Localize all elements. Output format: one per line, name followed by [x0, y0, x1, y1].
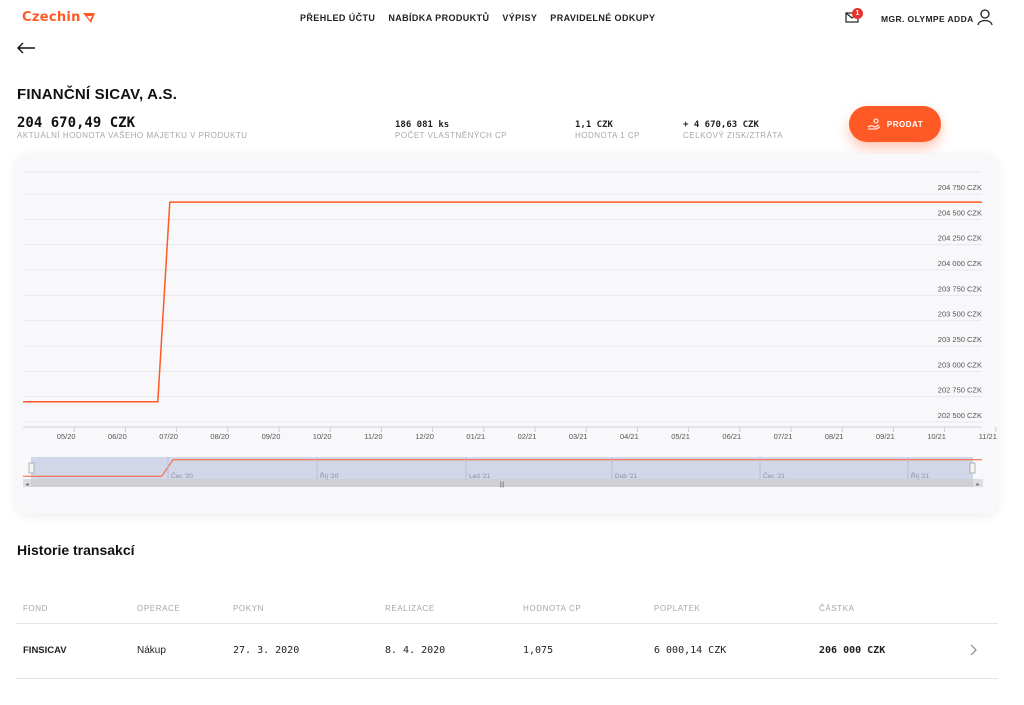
nav-item-statements[interactable]: VÝPISY	[502, 13, 537, 23]
y-tick-label: 203 500 CZK	[938, 310, 982, 319]
navigator-left-handle	[28, 462, 35, 474]
value-chart[interactable]: 204 750 CZK 204 500 CZK 204 250 CZK 204 000…	[16, 154, 998, 514]
x-tick-label: 09/21	[876, 432, 895, 441]
x-tick-label: 12/20	[415, 432, 434, 441]
row-divider	[16, 678, 998, 679]
x-tick-label: 08/21	[825, 432, 844, 441]
cell-amount: 206 000 CZK	[819, 645, 886, 656]
col-header-amount: ČÁSTKA	[819, 604, 855, 613]
x-tick-label: 05/20	[57, 432, 76, 441]
navigator-label: Čec '20	[171, 471, 193, 480]
x-tick-label: 05/21	[671, 432, 690, 441]
unit-value-label: HODNOTA 1 CP	[575, 131, 640, 140]
unit-value: 1,1 CZK	[575, 120, 613, 130]
y-tick-label: 202 750 CZK	[938, 386, 982, 395]
x-tick-label: 04/21	[620, 432, 639, 441]
cell-fund: FINSICAV	[23, 645, 67, 656]
cell-operation: Nákup	[137, 645, 166, 656]
y-tick-label: 203 750 CZK	[938, 284, 982, 293]
units-count-label: POČET VLASTNĚNÝCH CP	[395, 131, 508, 140]
x-tick-label: 09/20	[262, 432, 281, 441]
x-tick-label: 06/21	[722, 432, 741, 441]
navigator-label: Čec '21	[763, 471, 785, 480]
history-title: Historie transakcí	[17, 542, 135, 558]
x-tick-label: 11/21	[979, 432, 997, 441]
user-name[interactable]: MGR. OLYMPE ADDA	[881, 14, 974, 24]
scroll-right-arrow: ▸	[976, 482, 979, 488]
y-tick-label: 204 000 CZK	[938, 259, 982, 268]
col-header-unit-value: HODNOTA CP	[523, 604, 582, 613]
brand-name: Czechin	[22, 10, 81, 25]
cell-unit-value: 1,075	[523, 645, 554, 656]
chart-card: 204 750 CZK 204 500 CZK 204 250 CZK 204 000…	[16, 154, 998, 514]
navigator-label: Říj '20	[320, 471, 339, 480]
x-tick-label: 01/21	[466, 432, 485, 441]
main-nav: PŘEHLED ÚČTU NABÍDKA PRODUKTŮ VÝPISY PRA…	[300, 13, 655, 23]
navigator-label: Říj '21	[911, 471, 930, 480]
cell-order-date: 27. 3. 2020	[233, 645, 300, 656]
x-tick-label: 06/20	[108, 432, 127, 441]
total-profit: + 4 670,63 CZK	[683, 120, 759, 130]
x-tick-label: 07/20	[159, 432, 178, 441]
scroll-left-arrow: ◂	[25, 482, 28, 488]
logo-mark-icon	[82, 12, 95, 23]
navigator-label: Dub '21	[615, 473, 638, 480]
top-bar: Czechin PŘEHLED ÚČTU NABÍDKA PRODUKTŮ VÝ…	[0, 0, 1024, 38]
total-profit-label: CELKOVÝ ZISK/ZTRÁTA	[683, 131, 784, 140]
navigator-right-handle	[969, 462, 976, 474]
page-title: FINANČNÍ SICAV, A.S.	[17, 86, 178, 103]
x-tick-label: 10/21	[927, 432, 946, 441]
y-tick-label: 202 500 CZK	[938, 411, 982, 420]
x-tick-label: 11/20	[364, 432, 382, 441]
scrollbar-grip: |||	[500, 482, 505, 488]
nav-item-account-overview[interactable]: PŘEHLED ÚČTU	[300, 13, 375, 23]
current-value: 204 670,49 CZK	[17, 115, 136, 131]
x-tick-label: 10/20	[313, 432, 332, 441]
units-count: 186 081 ks	[395, 120, 450, 130]
sell-button-label: PRODAT	[886, 119, 924, 129]
nav-item-regular-redemptions[interactable]: PRAVIDELNÉ ODKUPY	[550, 13, 655, 23]
navigator-label: Led '21	[469, 473, 491, 480]
col-header-order: POKYN	[233, 604, 265, 613]
col-header-realization: REALIZACE	[385, 604, 435, 613]
brand-logo[interactable]: Czechin	[22, 10, 96, 25]
y-tick-label: 204 250 CZK	[938, 234, 982, 243]
x-tick-label: 02/21	[518, 432, 537, 441]
back-arrow-icon[interactable]	[16, 40, 36, 56]
col-header-operation: OPERACE	[137, 604, 181, 613]
sell-button[interactable]: PRODAT	[849, 106, 941, 142]
x-tick-label: 07/21	[774, 432, 793, 441]
y-tick-label: 203 000 CZK	[938, 360, 982, 369]
cell-fee: 6 000,14 CZK	[654, 645, 727, 656]
col-header-fund: FOND	[23, 604, 49, 613]
cell-realization-date: 8. 4. 2020	[385, 645, 446, 656]
y-tick-label: 203 250 CZK	[938, 335, 982, 344]
user-icon[interactable]	[977, 9, 993, 26]
x-tick-label: 08/20	[210, 432, 229, 441]
table-row[interactable]: FINSICAV Nákup 27. 3. 2020 8. 4. 2020 1,…	[16, 624, 998, 679]
y-tick-label: 204 500 CZK	[938, 208, 982, 217]
hand-coin-icon	[867, 118, 881, 130]
mail-badge: 1	[852, 8, 863, 19]
nav-item-product-offer[interactable]: NABÍDKA PRODUKTŮ	[388, 13, 489, 23]
x-tick-label: 03/21	[569, 432, 588, 441]
chevron-right-icon[interactable]	[968, 644, 978, 656]
y-tick-label: 204 750 CZK	[938, 183, 982, 192]
current-value-label: AKTUÁLNÍ HODNOTA VAŠEHO MAJETKU V PRODUK…	[17, 131, 248, 140]
col-header-fee: POPLATEK	[654, 604, 701, 613]
